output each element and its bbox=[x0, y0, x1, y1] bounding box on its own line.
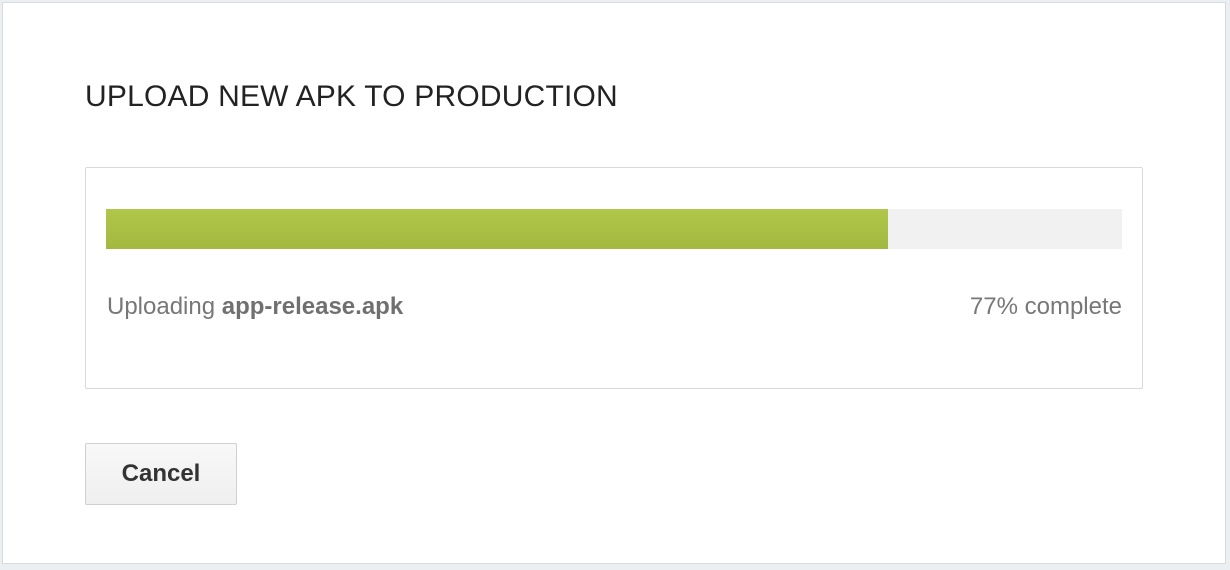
progress-bar bbox=[106, 209, 1122, 249]
dialog-title: UPLOAD NEW APK TO PRODUCTION bbox=[85, 80, 618, 113]
upload-progress-text: 77% complete bbox=[969, 293, 1122, 320]
progress-bar-fill bbox=[106, 209, 889, 249]
upload-progress-panel: Uploading app-release.apk 77% complete bbox=[85, 167, 1143, 389]
upload-status-text: Uploading app-release.apk bbox=[107, 292, 403, 322]
cancel-button[interactable]: Cancel bbox=[85, 443, 237, 505]
upload-filename: app-release.apk bbox=[221, 293, 404, 320]
upload-dialog: UPLOAD NEW APK TO PRODUCTION Uploading a… bbox=[2, 2, 1226, 564]
upload-status-prefix: Uploading bbox=[107, 293, 222, 320]
